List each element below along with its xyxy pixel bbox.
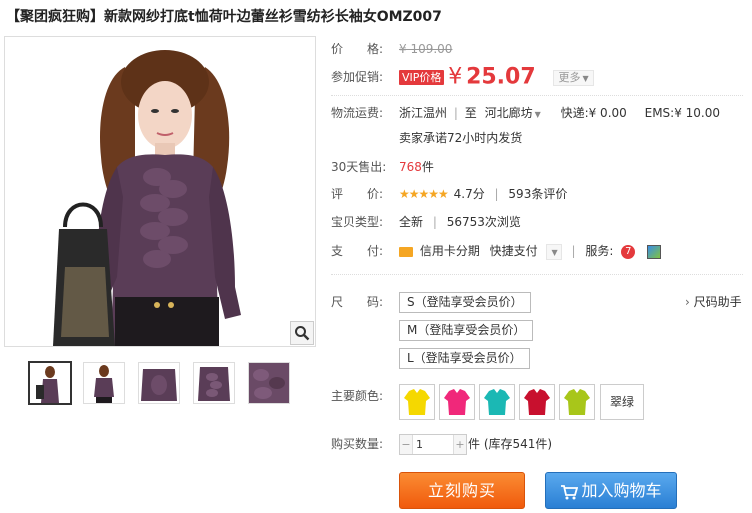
quantity-stepper: − +: [399, 434, 467, 455]
shirt-icon: [484, 389, 510, 415]
credit-installment-link[interactable]: 信用卡分期: [420, 244, 480, 258]
promo-label: 参加促销:: [331, 70, 384, 84]
payment-row: 支 付: 信用卡分期 快捷支付 ▼ | 服务: 7: [331, 241, 662, 261]
type-label: 宝贝类型:: [331, 215, 384, 229]
ship-to-prefix: 至: [464, 106, 477, 120]
color-swatch-3[interactable]: [479, 384, 515, 420]
promo-row: 参加促销: VIP价格 ¥ 25.07 更多 ▼: [331, 65, 594, 89]
size-helper-label: 尺码助手: [693, 295, 742, 309]
color-swatch-1[interactable]: [399, 384, 435, 420]
buy-now-label: 立刻购买: [427, 481, 496, 500]
type-row: 宝贝类型: 全新 | 56753次浏览: [331, 212, 521, 232]
size-label: 尺 码:: [331, 295, 384, 309]
rating-label: 评 价:: [331, 187, 384, 201]
color-row-label: 主要颜色:: [331, 386, 383, 406]
currency-symbol: ¥: [448, 64, 463, 90]
shipping-label: 物流运费:: [331, 106, 384, 120]
quantity-decrease-button[interactable]: −: [400, 435, 413, 454]
quantity-label: 购买数量:: [331, 437, 384, 451]
sales-row: 30天售出: 768件: [331, 157, 434, 177]
original-price: ¥ 109.00: [399, 42, 453, 56]
service-label: 服务:: [585, 244, 614, 258]
quick-pay-link[interactable]: 快捷支付: [490, 244, 538, 258]
sales-count: 768: [399, 160, 422, 174]
model-illustration: [5, 37, 315, 346]
more-promos-label: 更多: [558, 70, 581, 84]
thumbnail-4[interactable]: [193, 362, 235, 404]
view-count: 56753次浏览: [446, 215, 521, 229]
promo-price: 25.07: [466, 64, 536, 90]
chevron-down-icon: ▼: [582, 73, 589, 83]
more-promos-button[interactable]: 更多 ▼: [553, 69, 594, 86]
ship-promise: 卖家承诺72小时内发货: [399, 131, 523, 145]
divider: [331, 274, 743, 275]
chevron-right-icon: ›: [685, 295, 690, 309]
thumbnail-2[interactable]: [83, 362, 125, 404]
buy-now-button[interactable]: 立刻购买: [399, 472, 525, 509]
size-option-s[interactable]: S（登陆享受会员价）: [399, 292, 531, 313]
quantity-increase-button[interactable]: +: [453, 435, 466, 454]
size-option-m[interactable]: M（登陆享受会员价）: [399, 320, 534, 341]
review-count-link[interactable]: 593条评价: [508, 187, 567, 201]
seven-day-return-icon[interactable]: 7: [621, 244, 636, 259]
ship-to-value: 河北廊坊: [484, 106, 533, 120]
thumbnail-5[interactable]: [248, 362, 290, 404]
size-helper-link[interactable]: › 尺码助手: [685, 292, 742, 312]
main-product-image[interactable]: [4, 36, 316, 347]
chevron-down-icon: ▼: [551, 247, 558, 257]
shirt-icon: [404, 389, 430, 415]
credit-card-icon: [399, 246, 413, 257]
price-row: 价 格: ¥ 109.00: [331, 39, 452, 59]
rating-stars: ★★★★★: [399, 187, 449, 201]
ship-from: 浙江温州: [399, 106, 448, 120]
quantity-input[interactable]: [414, 435, 454, 454]
stock-info: 件 (库存541件): [468, 437, 553, 451]
ems-fee: EMS:¥ 10.00: [644, 106, 721, 120]
thumbnail-strip: [28, 361, 298, 408]
shirt-icon: [524, 389, 550, 415]
sales-label: 30天售出:: [331, 160, 387, 174]
thumbnail-3[interactable]: [138, 362, 180, 404]
divider: [331, 95, 743, 96]
express-fee: 快递:¥ 0.00: [560, 106, 627, 120]
item-condition: 全新: [399, 215, 424, 229]
zoom-button[interactable]: [290, 321, 314, 345]
color-label: 主要颜色:: [331, 389, 384, 403]
shirt-icon: [564, 389, 590, 415]
product-title: 【聚团疯狂购】新款网纱打底t恤荷叶边蕾丝衫雪纺衫长袖女OMZ007: [6, 9, 442, 25]
size-row-label: 尺 码:: [331, 292, 383, 312]
payment-more-button[interactable]: ▼: [545, 243, 562, 260]
quantity-row-label: 购买数量:: [331, 434, 383, 454]
add-to-cart-label: 加入购物车: [581, 481, 662, 500]
color-option-text[interactable]: 翠绿: [600, 384, 644, 420]
add-to-cart-button[interactable]: 加入购物车: [545, 472, 677, 509]
rating-row: 评 价: ★★★★★ 4.7分 | 593条评价: [331, 184, 567, 204]
cart-icon: [561, 484, 579, 499]
rating-score: 4.7分: [453, 187, 485, 201]
thumbnail-1[interactable]: [28, 361, 72, 405]
shirt-icon: [444, 389, 470, 415]
color-swatch-5[interactable]: [559, 384, 595, 420]
magnifier-icon: [295, 326, 310, 341]
size-option-l[interactable]: L（登陆享受会员价）: [399, 348, 530, 369]
guarantee-icon[interactable]: [647, 244, 662, 259]
shipping-row: 物流运费: 浙江温州 | 至 河北廊坊 ▼ 快递:¥ 0.00 EMS:¥ 10.…: [331, 103, 720, 123]
chevron-down-icon: ▼: [534, 110, 541, 119]
ship-to-select[interactable]: 河北廊坊 ▼: [485, 106, 541, 120]
payment-label: 支 付:: [331, 244, 384, 258]
vip-price-badge: VIP价格: [399, 70, 445, 85]
price-label: 价 格:: [331, 42, 384, 56]
color-swatch-4[interactable]: [519, 384, 555, 420]
sales-unit: 件: [421, 160, 434, 174]
color-swatch-2[interactable]: [439, 384, 475, 420]
